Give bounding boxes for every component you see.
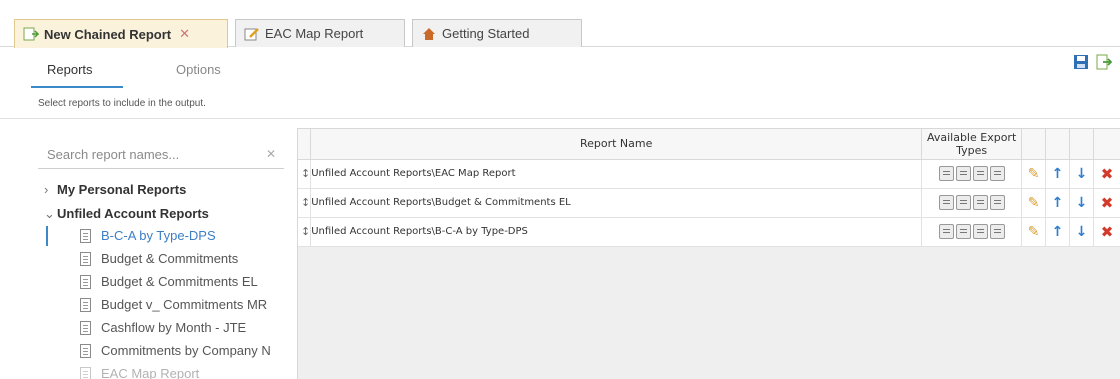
drag-handle-icon[interactable]: ↕ [298, 188, 312, 218]
csv-export-icon[interactable] [989, 195, 1005, 210]
tab-reports[interactable]: Reports [47, 62, 93, 77]
run-report-icon[interactable] [1096, 54, 1113, 70]
table-row[interactable]: ↕ Unfiled Account Reports\EAC Map Report… [298, 159, 1120, 189]
reports-table: Report Name Available Export Types ↕ Unf… [298, 129, 1120, 247]
sub-tab-bar: Reports Options [0, 48, 1120, 92]
drag-handle-icon[interactable]: ↕ [298, 159, 312, 189]
tree-item-label: Budget & Commitments EL [101, 274, 258, 289]
tree-item[interactable]: Cashflow by Month - JTE [80, 320, 246, 335]
drag-handle-icon[interactable]: ↕ [298, 217, 312, 247]
close-tab-icon[interactable]: ✕ [179, 26, 190, 42]
document-icon [80, 274, 91, 289]
tree-item[interactable]: Commitments by Company N [80, 343, 271, 358]
tab-label: EAC Map Report [265, 26, 364, 41]
table-header-row: Report Name Available Export Types [298, 129, 1120, 160]
table-row[interactable]: ↕ Unfiled Account Reports\B-C-A by Type-… [298, 217, 1120, 247]
tree-item-label: Cashflow by Month - JTE [101, 320, 247, 335]
arrow-down-icon[interactable]: ↓ [1069, 217, 1094, 247]
document-icon [80, 251, 91, 266]
tree-item-label: Budget v_ Commitments MR [101, 297, 268, 312]
tab-eac-map-report[interactable]: EAC Map Report [235, 19, 405, 47]
report-name-cell: Unfiled Account Reports\B-C-A by Type-DP… [310, 217, 923, 247]
tab-new-chained-report[interactable]: New Chained Report ✕ [14, 19, 228, 48]
export-header-line: Types [956, 143, 988, 157]
report-name-cell: Unfiled Account Reports\Budget & Commitm… [310, 188, 923, 218]
chevron-down-icon: ⌄ [44, 206, 55, 221]
group-label: My Personal Reports [57, 182, 187, 197]
export-types-cell [921, 217, 1023, 247]
move-up-column-header [1045, 129, 1071, 160]
arrow-up-icon[interactable]: ↑ [1045, 159, 1071, 189]
tree-item[interactable]: Budget & Commitments [80, 251, 238, 266]
tree-group-my-personal-reports[interactable]: › My Personal Reports [44, 182, 186, 197]
edit-pencil-icon[interactable]: ✎ [1021, 188, 1047, 218]
document-icon [80, 343, 91, 358]
document-icon [80, 320, 91, 335]
tab-label: Getting Started [442, 26, 530, 41]
arrow-up-icon[interactable]: ↑ [1045, 188, 1071, 218]
document-tab-strip: New Chained Report ✕ EAC Map Report Gett… [0, 0, 1120, 48]
save-icon[interactable] [1073, 54, 1089, 70]
tree-group-unfiled-account-reports[interactable]: ⌄ Unfiled Account Reports [44, 206, 209, 222]
selected-reports-grid: Report Name Available Export Types ↕ Unf… [297, 128, 1120, 379]
selected-item-indicator [46, 226, 48, 246]
excel-export-icon[interactable] [972, 195, 988, 210]
table-row[interactable]: ↕ Unfiled Account Reports\Budget & Commi… [298, 188, 1120, 218]
excel-export-icon[interactable] [972, 166, 988, 181]
drag-column-header [298, 129, 312, 160]
tree-item-label: EAC Map Report [101, 366, 200, 379]
edit-report-icon [244, 27, 260, 41]
edit-column-header [1021, 129, 1047, 160]
export-header-line: Available Export [926, 130, 1017, 144]
tree-item[interactable]: EAC Map Report [80, 366, 199, 379]
clear-search-icon[interactable]: ✕ [266, 147, 276, 161]
report-search-box: ✕ [38, 141, 284, 169]
tab-label: New Chained Report [44, 26, 172, 42]
document-icon [80, 366, 91, 379]
csv-export-icon[interactable] [989, 224, 1005, 239]
export-types-cell [921, 188, 1023, 218]
csv-export-icon[interactable] [989, 166, 1005, 181]
word-export-icon[interactable] [938, 224, 954, 239]
search-input[interactable] [38, 141, 248, 167]
word-export-icon[interactable] [938, 166, 954, 181]
report-name-cell: Unfiled Account Reports\EAC Map Report [310, 159, 923, 189]
report-name-header[interactable]: Report Name [310, 129, 923, 160]
edit-pencil-icon[interactable]: ✎ [1021, 217, 1047, 247]
tab-options[interactable]: Options [176, 62, 221, 77]
word-export-icon[interactable] [938, 195, 954, 210]
pdf-export-icon[interactable] [955, 166, 971, 181]
arrow-down-icon[interactable]: ↓ [1069, 159, 1094, 189]
move-down-column-header [1069, 129, 1094, 160]
pdf-export-icon[interactable] [955, 224, 971, 239]
remove-x-icon[interactable]: ✖ [1093, 217, 1120, 247]
document-icon [80, 297, 91, 312]
tree-item[interactable]: Budget & Commitments EL [80, 274, 258, 289]
arrow-up-icon[interactable]: ↑ [1045, 217, 1071, 247]
excel-export-icon[interactable] [972, 224, 988, 239]
export-types-cell [921, 159, 1023, 189]
arrow-down-icon[interactable]: ↓ [1069, 188, 1094, 218]
export-types-header: Available Export Types [921, 129, 1023, 160]
remove-x-icon[interactable]: ✖ [1093, 188, 1120, 218]
document-icon [80, 228, 91, 243]
instruction-text: Select reports to include in the output. [38, 98, 206, 109]
remove-x-icon[interactable]: ✖ [1093, 159, 1120, 189]
tree-item[interactable]: Budget v_ Commitments MR [80, 297, 267, 312]
edit-pencil-icon[interactable]: ✎ [1021, 159, 1047, 189]
tree-item-label: Budget & Commitments [101, 251, 239, 266]
home-icon [421, 27, 437, 41]
group-label: Unfiled Account Reports [57, 206, 209, 221]
divider [0, 118, 1120, 119]
tree-item[interactable]: B-C-A by Type-DPS [80, 228, 216, 243]
pdf-export-icon[interactable] [955, 195, 971, 210]
remove-column-header [1093, 129, 1120, 160]
tab-getting-started[interactable]: Getting Started [412, 19, 582, 47]
chevron-right-icon: › [44, 182, 49, 197]
chained-report-icon [23, 27, 40, 41]
active-tab-indicator [31, 86, 123, 88]
tree-item-label: B-C-A by Type-DPS [101, 228, 216, 243]
tree-item-label: Commitments by Company N [101, 343, 271, 358]
